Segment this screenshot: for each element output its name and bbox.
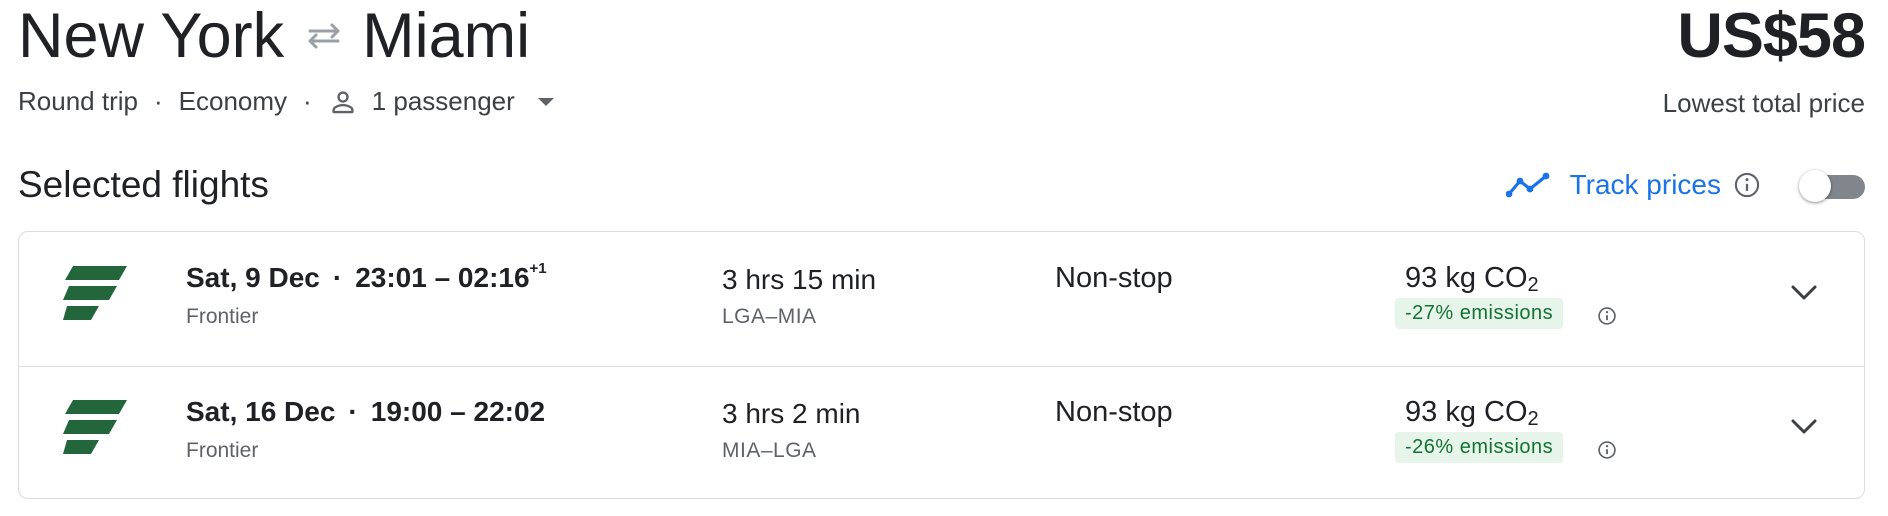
separator-dot: · [332,262,343,293]
flight-row-outbound[interactable]: Sat, 9 Dec · 23:01 – 02:16+1 Frontier 3 hr… [19,232,1864,367]
section-title: Selected flights [18,164,269,205]
chevron-down-icon[interactable] [1790,284,1818,307]
frontier-logo-icon [63,400,127,456]
airline-name: Frontier [186,305,259,328]
co2-amount: 93 kg CO2 [1405,262,1539,296]
co2-subscript: 2 [1527,408,1539,430]
track-prices-toggle[interactable] [1799,168,1865,202]
flight-date-times: Sat, 9 Dec · 23:01 – 02:16+1 [186,259,547,294]
destination-city: Miami [362,1,531,71]
trip-options[interactable]: Round trip · Economy · 1 passenger [18,86,555,117]
co2-value: 93 kg CO [1405,262,1528,294]
info-icon[interactable] [1597,306,1617,331]
stops-info: Non-stop [1055,396,1173,428]
info-icon[interactable] [1597,440,1617,465]
selected-flights-section: Selected flights Track prices [18,160,1865,216]
separator-dot: · [348,396,358,427]
flight-date-times: Sat, 16 Dec · 19:00 – 22:02 [186,396,545,428]
co2-amount: 93 kg CO2 [1405,396,1539,430]
day-offset: +1 [529,259,547,277]
airline-name: Frontier [186,439,259,462]
co2-subscript: 2 [1527,274,1539,296]
stops-info: Non-stop [1055,262,1173,294]
dropdown-caret-icon[interactable] [537,97,555,107]
selected-flights-list: Sat, 9 Dec · 23:01 – 02:16+1 Frontier 3 hr… [18,231,1865,499]
route-title: New York Miami [18,2,530,70]
emissions-badge: -27% emissions [1395,298,1564,329]
separator-dot: · [153,86,163,116]
person-icon [328,87,358,117]
trend-line-icon[interactable] [1505,172,1550,198]
separator-dot: · [303,86,312,116]
frontier-logo-icon [63,266,127,322]
cabin-class: Economy [178,86,288,116]
swap-arrows-icon [306,22,342,50]
toggle-knob [1799,170,1831,202]
flight-date: Sat, 9 Dec [186,262,320,293]
chevron-down-icon[interactable] [1790,418,1818,441]
price-label: Lowest total price [1662,88,1865,118]
track-prices-label[interactable]: Track prices [1570,169,1721,201]
total-price: US$58 [1677,1,1866,71]
co2-value: 93 kg CO [1405,396,1528,428]
flight-times: 23:01 – 02:16 [355,262,530,293]
track-prices-control: Track prices [1505,168,1865,202]
trip-type: Round trip [18,86,138,116]
flight-date: Sat, 16 Dec [186,396,336,427]
airport-route: LGA–MIA [722,305,817,328]
flight-duration: 3 hrs 15 min [722,264,877,295]
passenger-count: 1 passenger [371,86,515,116]
airport-route: MIA–LGA [722,439,817,462]
flight-row-return[interactable]: Sat, 16 Dec · 19:00 – 22:02 Frontier 3 hrs… [19,366,1864,498]
emissions-badge: -26% emissions [1395,432,1564,463]
flight-duration: 3 hrs 2 min [722,398,861,429]
origin-city: New York [18,1,285,71]
flight-summary-header: New York Miami US$58 Round trip · Econom… [18,0,1866,130]
flight-times: 19:00 – 22:02 [370,396,546,427]
info-icon[interactable] [1733,171,1761,199]
